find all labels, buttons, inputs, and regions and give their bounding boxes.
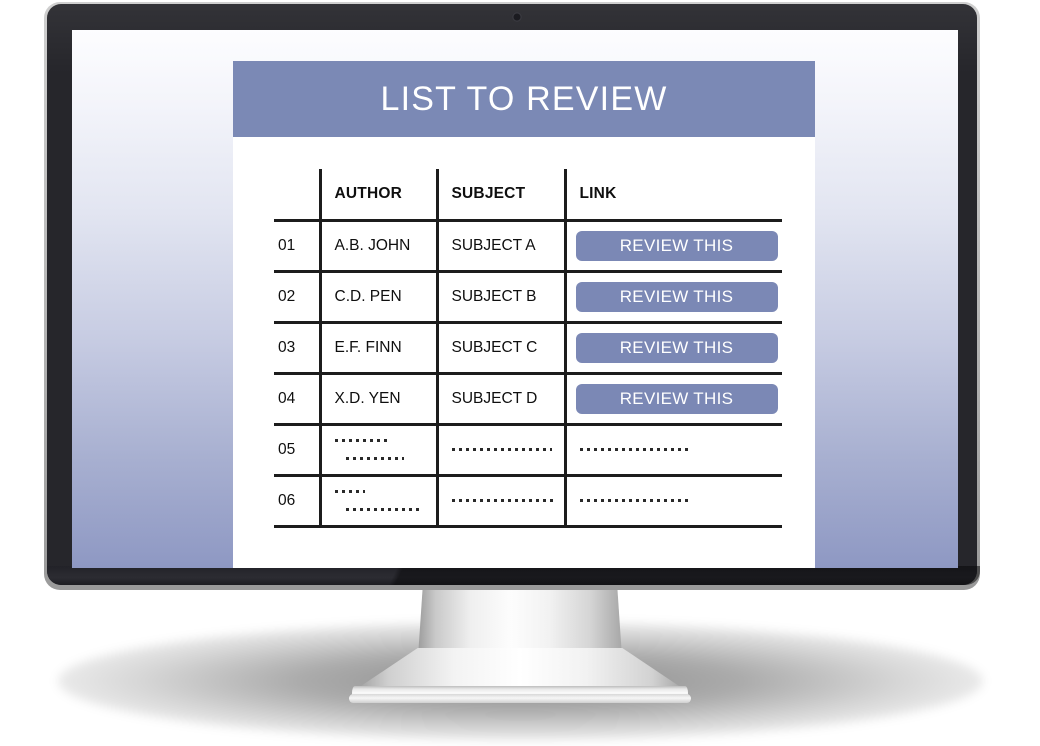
webcam-icon: [512, 12, 522, 22]
table-header-row: AUTHOR SUBJECT LINK: [274, 169, 782, 222]
row-author-placeholder: [318, 424, 437, 477]
row-subject: SUBJECT D: [435, 373, 565, 426]
review-this-button[interactable]: REVIEW THIS: [575, 231, 778, 261]
table-row: 04 X.D. YEN SUBJECT D REVIEW THIS: [274, 373, 782, 426]
review-this-button[interactable]: REVIEW THIS: [575, 282, 778, 312]
placeholder-dots: [334, 490, 365, 494]
placeholder-dots: [451, 499, 556, 503]
row-link: REVIEW THIS: [563, 271, 782, 324]
list-table-wrapper: AUTHOR SUBJECT LINK 01 A.B. JOHN SUBJECT…: [274, 169, 782, 528]
row-author: A.B. JOHN: [318, 220, 437, 273]
row-link: REVIEW THIS: [563, 373, 782, 426]
row-link-placeholder: [563, 424, 782, 477]
row-subject-placeholder: [435, 424, 565, 477]
row-subject: SUBJECT C: [435, 322, 565, 375]
page-title: LIST TO REVIEW: [380, 80, 668, 118]
table-row: 02 C.D. PEN SUBJECT B REVIEW THIS: [274, 271, 782, 324]
review-this-button[interactable]: REVIEW THIS: [575, 384, 778, 414]
row-link: REVIEW THIS: [563, 322, 782, 375]
column-header-link: LINK: [563, 169, 782, 222]
row-number: 03: [274, 322, 320, 375]
row-author: X.D. YEN: [318, 373, 437, 426]
row-link-placeholder: [563, 475, 782, 528]
monitor-bezel-bottom: [47, 566, 977, 585]
placeholder-dots: [334, 439, 387, 443]
placeholder-dots: [579, 499, 692, 503]
row-number: 06: [274, 475, 320, 528]
table-row: 06: [274, 475, 782, 528]
row-subject: SUBJECT B: [435, 271, 565, 324]
placeholder-dots: [345, 457, 404, 461]
table-row: 05: [274, 424, 782, 477]
placeholder-dots: [345, 508, 422, 512]
row-author: E.F. FINN: [318, 322, 437, 375]
table-row: 01 A.B. JOHN SUBJECT A REVIEW THIS: [274, 220, 782, 273]
monitor-screen: LIST TO REVIEW AUTHOR SUBJECT LINK 01 A.…: [72, 30, 958, 568]
column-header-author: AUTHOR: [318, 169, 437, 222]
column-header-subject: SUBJECT: [435, 169, 565, 222]
row-number: 01: [274, 220, 320, 273]
placeholder-dots: [451, 448, 552, 452]
card-header: LIST TO REVIEW: [233, 61, 815, 137]
row-number: 02: [274, 271, 320, 324]
monitor-stand-base-lip: [349, 694, 691, 703]
row-number: 04: [274, 373, 320, 426]
screenshot-stage: LIST TO REVIEW AUTHOR SUBJECT LINK 01 A.…: [0, 0, 1040, 746]
column-header-number: [274, 169, 320, 222]
list-table: AUTHOR SUBJECT LINK 01 A.B. JOHN SUBJECT…: [274, 169, 782, 528]
table-row: 03 E.F. FINN SUBJECT C REVIEW THIS: [274, 322, 782, 375]
row-number: 05: [274, 424, 320, 477]
row-subject-placeholder: [435, 475, 565, 528]
row-link: REVIEW THIS: [563, 220, 782, 273]
list-card: LIST TO REVIEW AUTHOR SUBJECT LINK 01 A.…: [233, 61, 815, 568]
row-subject: SUBJECT A: [435, 220, 565, 273]
placeholder-dots: [579, 448, 692, 452]
row-author-placeholder: [318, 475, 437, 528]
review-this-button[interactable]: REVIEW THIS: [575, 333, 778, 363]
row-author: C.D. PEN: [318, 271, 437, 324]
